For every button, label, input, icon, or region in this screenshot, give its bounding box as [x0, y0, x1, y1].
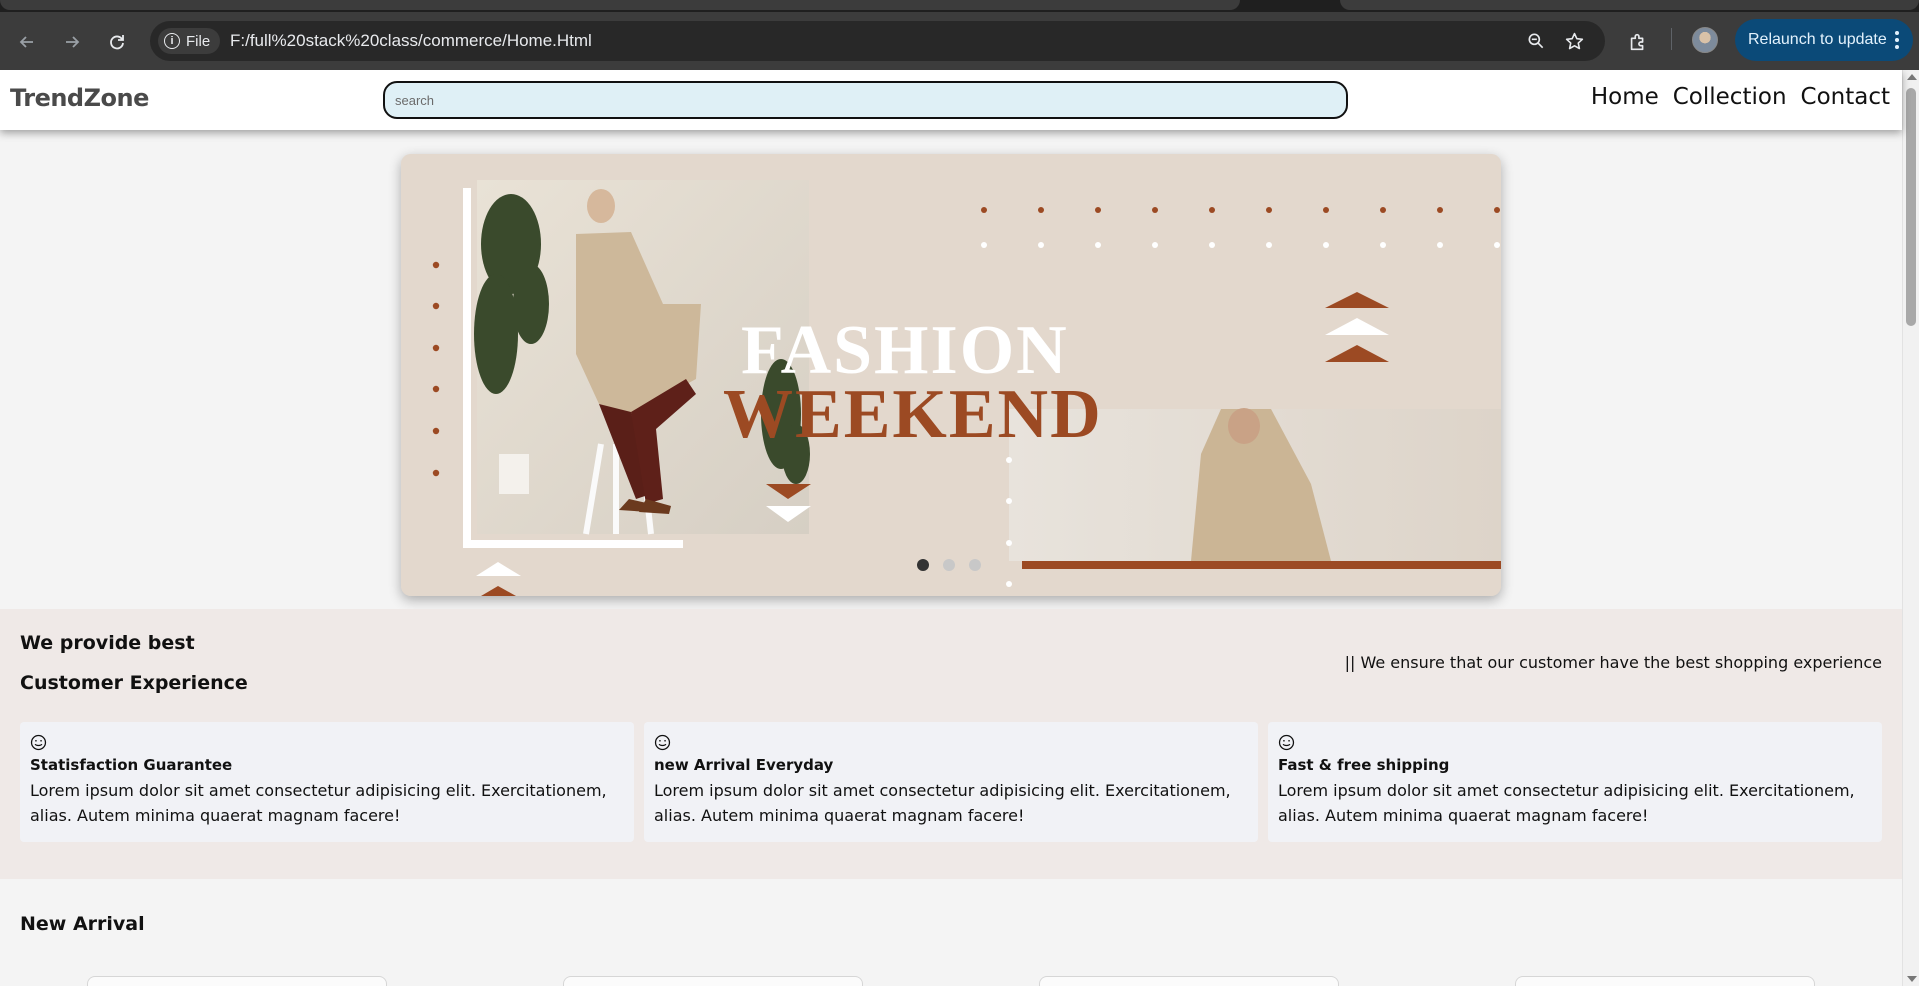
page-scrollbar[interactable]: [1902, 70, 1919, 986]
toolbar-divider: [1671, 28, 1672, 50]
site-header: TrendZone Home Collection Contact: [0, 70, 1902, 130]
nav-contact-link[interactable]: Contact: [1801, 84, 1890, 110]
relaunch-button[interactable]: Relaunch to update: [1735, 19, 1913, 61]
feature-card-text: Lorem ipsum dolor sit amet consectetur a…: [30, 781, 607, 825]
product-card[interactable]: [1039, 976, 1339, 986]
hero-slider[interactable]: FASHION WEEKEND: [401, 154, 1501, 596]
feature-card-text: Lorem ipsum dolor sit amet consectetur a…: [654, 781, 1231, 825]
scroll-down-icon[interactable]: [1907, 976, 1917, 982]
site-info-chip[interactable]: i File: [158, 28, 221, 54]
slider-dots: [917, 559, 981, 571]
address-bar[interactable]: i File F:/full%20stack%20class/commerce/…: [150, 21, 1605, 61]
main-nav: Home Collection Contact: [1591, 84, 1890, 110]
feature-card-text: Lorem ipsum dolor sit amet consectetur a…: [1278, 781, 1855, 825]
scroll-up-icon[interactable]: [1907, 74, 1917, 80]
tab-strip: [0, 0, 1919, 12]
feature-card-title: Fast & free shipping: [1278, 756, 1450, 774]
active-tab[interactable]: [0, 0, 1240, 10]
forward-icon[interactable]: [57, 27, 87, 57]
tab[interactable]: [1340, 0, 1919, 10]
slider-dot[interactable]: [943, 559, 955, 571]
feature-cards: Statisfaction Guarantee Lorem ipsum dolo…: [20, 722, 1882, 842]
back-icon[interactable]: [12, 27, 42, 57]
experience-tagline: || We ensure that our customer have the …: [1344, 653, 1882, 672]
zoom-out-icon[interactable]: [1524, 29, 1548, 53]
url-text[interactable]: F:/full%20stack%20class/commerce/Home.Ht…: [230, 31, 592, 51]
reload-icon[interactable]: [102, 27, 132, 57]
brand-logo[interactable]: TrendZone: [10, 84, 149, 112]
feature-card: new Arrival Everyday Lorem ipsum dolor s…: [644, 722, 1258, 842]
feature-card-title: new Arrival Everyday: [654, 756, 834, 774]
relaunch-label: Relaunch to update: [1748, 31, 1887, 48]
extensions-icon[interactable]: [1625, 29, 1651, 55]
site-chip-label: File: [186, 32, 211, 50]
scrollbar-thumb[interactable]: [1906, 88, 1916, 326]
feature-card: Statisfaction Guarantee Lorem ipsum dolo…: [20, 722, 634, 842]
feature-card-title: Statisfaction Guarantee: [30, 756, 233, 774]
info-icon: i: [164, 33, 180, 49]
product-card[interactable]: [563, 976, 863, 986]
browser-toolbar: i File F:/full%20stack%20class/commerce/…: [0, 12, 1919, 70]
smiley-icon: [654, 734, 671, 751]
menu-kebab-icon[interactable]: [1895, 31, 1899, 49]
slider-dot[interactable]: [917, 559, 929, 571]
product-card[interactable]: [1515, 976, 1815, 986]
smiley-icon: [1278, 734, 1295, 751]
bookmark-star-icon[interactable]: [1562, 29, 1586, 53]
feature-card: Fast & free shipping Lorem ipsum dolor s…: [1268, 722, 1882, 842]
experience-section: We provide best Customer Experience || W…: [0, 609, 1902, 879]
new-arrival-heading: New Arrival: [20, 913, 145, 935]
hero-title-line2: WEEKEND: [723, 376, 1103, 453]
profile-avatar[interactable]: [1692, 27, 1718, 53]
page-viewport: TrendZone Home Collection Contact: [0, 70, 1919, 986]
experience-title-line2: Customer Experience: [20, 672, 248, 694]
search-input[interactable]: [383, 81, 1348, 119]
smiley-icon: [30, 734, 47, 751]
slider-dot[interactable]: [969, 559, 981, 571]
nav-collection-link[interactable]: Collection: [1673, 84, 1787, 110]
product-card[interactable]: [87, 976, 387, 986]
experience-title-line1: We provide best: [20, 632, 195, 654]
nav-home-link[interactable]: Home: [1591, 84, 1659, 110]
